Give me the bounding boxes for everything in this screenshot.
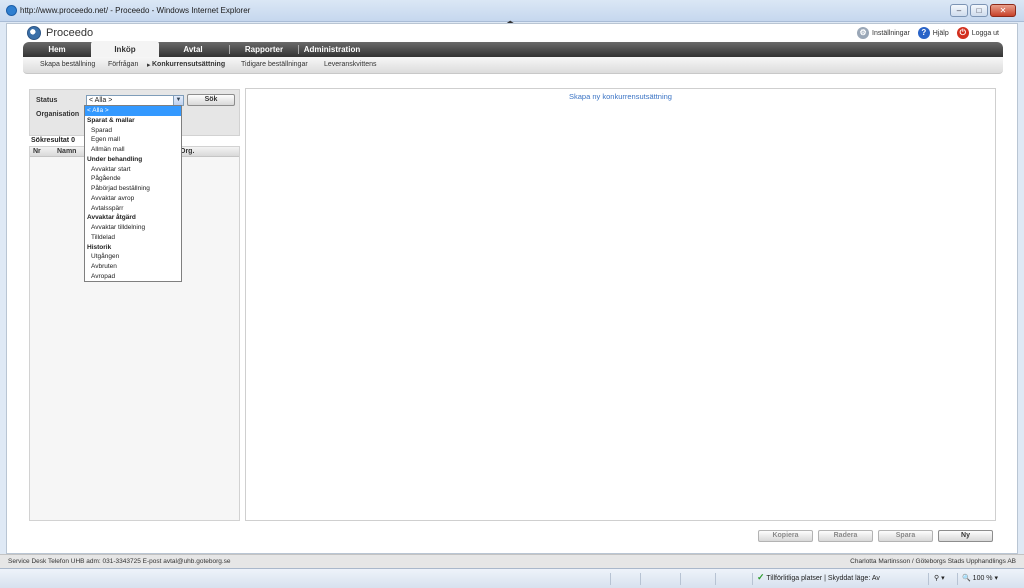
nav-separator xyxy=(298,45,299,54)
status-option-group: Sparat & mallar xyxy=(87,116,135,124)
tab-inkop[interactable]: Inköp xyxy=(91,41,159,58)
status-option[interactable]: Avvaktar start xyxy=(85,165,181,175)
column-nr[interactable]: Nr xyxy=(33,148,41,155)
service-desk-info: Service Desk Telefon UHB adm: 031-334372… xyxy=(8,558,231,565)
status-dropdown-list[interactable]: < Alla > Sparat & mallar Sparad Egen mal… xyxy=(84,105,182,282)
search-button[interactable]: Sök xyxy=(187,94,235,106)
tab-hem[interactable]: Hem xyxy=(23,42,91,57)
result-count: Sökresultat 0 xyxy=(31,137,75,144)
window-controls: – □ ✕ xyxy=(950,4,1016,17)
top-links: ⚙ Inställningar ? Hjälp ⏻ Logga ut xyxy=(857,27,999,39)
zoom-icon: 🔍 xyxy=(962,575,971,582)
proceedo-logo-icon xyxy=(27,26,41,40)
browser-status-bar: ✓ Tillförlitliga platser | Skyddat läge:… xyxy=(0,568,1024,588)
status-option[interactable]: Avvaktar avrop xyxy=(85,194,181,204)
status-divider xyxy=(957,573,958,585)
security-zone[interactable]: ✓ Tillförlitliga platser | Skyddat läge:… xyxy=(757,572,880,583)
logout-link[interactable]: ⏻ Logga ut xyxy=(956,27,999,39)
page: Proceedo ⚙ Inställningar ? Hjälp ⏻ Logga… xyxy=(6,23,1018,554)
status-divider xyxy=(752,573,753,585)
help-icon: ? xyxy=(917,27,930,39)
subnav-konkurrensutsattning[interactable]: Konkurrensutsättning xyxy=(152,61,225,68)
logout-label: Logga ut xyxy=(971,29,999,37)
zoom-control[interactable]: 🔍 100 % ▾ xyxy=(962,574,998,582)
column-namn[interactable]: Namn xyxy=(57,148,76,155)
main-panel: Skapa ny konkurrensutsättning xyxy=(245,88,996,521)
status-option[interactable]: Pågående xyxy=(85,174,181,184)
logo[interactable]: Proceedo xyxy=(27,26,93,40)
window-title: http://www.proceedo.net/ - Proceedo - Wi… xyxy=(20,6,251,15)
copy-button[interactable]: Kopiera xyxy=(758,530,813,542)
status-divider xyxy=(640,573,641,585)
maximize-button[interactable]: □ xyxy=(970,4,988,17)
subnav-leveranskvittens[interactable]: Leveranskvittens xyxy=(324,61,377,68)
status-option-group: Historik xyxy=(87,243,112,251)
tab-rapporter[interactable]: Rapporter xyxy=(231,42,297,57)
help-label: Hjälp xyxy=(932,29,949,37)
settings-link[interactable]: ⚙ Inställningar xyxy=(857,27,910,39)
column-org[interactable]: Org. xyxy=(180,148,194,155)
status-divider xyxy=(610,573,611,585)
status-option[interactable]: Avvaktar tilldelning xyxy=(85,223,181,233)
status-label: Status xyxy=(36,97,58,104)
ie-logo-icon xyxy=(6,5,17,16)
subnav-tidigare-bestallningar[interactable]: Tidigare beställningar xyxy=(241,61,308,68)
sub-nav: Skapa beställning Förfrågan ▸ Konkurrens… xyxy=(23,57,1003,74)
organisation-label: Organisation xyxy=(36,111,80,118)
save-button[interactable]: Spara xyxy=(878,530,933,542)
delete-button[interactable]: Radera xyxy=(818,530,873,542)
new-button[interactable]: Ny xyxy=(938,530,993,542)
subnav-forfragan[interactable]: Förfrågan xyxy=(108,61,138,68)
gear-icon: ⚙ xyxy=(857,27,870,39)
status-divider xyxy=(680,573,681,585)
nav-separator xyxy=(229,45,230,54)
status-option[interactable]: < Alla > xyxy=(85,106,181,116)
page-title: Skapa ny konkurrensutsättning xyxy=(569,92,672,101)
current-user: Charlotta Martinsson / Göteborgs Stads U… xyxy=(850,558,1016,565)
help-link[interactable]: ? Hjälp xyxy=(917,27,949,39)
status-option[interactable]: Egen mall xyxy=(85,135,181,145)
status-option-group: Under behandling xyxy=(87,155,143,163)
app-name: Proceedo xyxy=(46,27,94,39)
settings-label: Inställningar xyxy=(872,29,910,37)
status-option[interactable]: Avbruten xyxy=(85,262,181,272)
main-nav: Hem Inköp Avtal Rapporter Administration xyxy=(23,41,1003,58)
subnav-active-marker-icon: ▸ xyxy=(147,62,151,69)
footer-bar: Service Desk Telefon UHB adm: 031-334372… xyxy=(0,554,1024,568)
power-icon: ⏻ xyxy=(956,27,969,39)
status-option[interactable]: Avtalsspärr xyxy=(85,204,181,214)
chevron-down-icon: ▾ xyxy=(994,575,998,582)
chevron-down-icon[interactable]: ▼ xyxy=(173,96,183,105)
subnav-skapa-bestallning[interactable]: Skapa beställning xyxy=(40,61,95,68)
check-icon: ✓ xyxy=(757,572,765,582)
status-select-value: < Alla > xyxy=(89,97,113,104)
security-zone-label: Tillförlitliga platser | Skyddat läge: A… xyxy=(766,575,880,582)
close-button[interactable]: ✕ xyxy=(990,4,1016,17)
status-option[interactable]: Tilldelad xyxy=(85,233,181,243)
status-divider xyxy=(715,573,716,585)
tab-administration[interactable]: Administration xyxy=(300,42,364,57)
status-option[interactable]: Sparad xyxy=(85,126,181,136)
tab-avtal[interactable]: Avtal xyxy=(159,42,227,57)
status-option[interactable]: Påbörjad beställning xyxy=(85,184,181,194)
status-option-group: Avvaktar åtgärd xyxy=(87,214,136,222)
zoom-level: 100 % xyxy=(972,575,993,582)
status-option[interactable]: Allmän mall xyxy=(85,145,181,155)
status-option[interactable]: Avropad xyxy=(85,272,181,282)
status-divider xyxy=(928,573,929,585)
minimize-button[interactable]: – xyxy=(950,4,968,17)
popup-settings-icon[interactable]: ⚲ ▾ xyxy=(934,574,945,582)
status-option[interactable]: Utgången xyxy=(85,252,181,262)
